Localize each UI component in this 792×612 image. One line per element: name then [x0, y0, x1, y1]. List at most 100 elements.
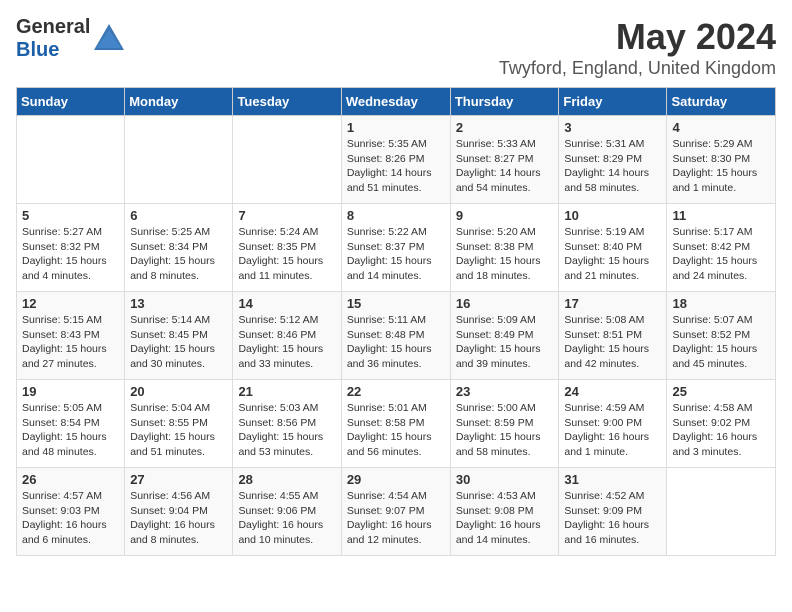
calendar-cell: 14 Sunrise: 5:12 AM Sunset: 8:46 PM Dayli…	[233, 292, 341, 380]
day-number: 9	[456, 208, 554, 223]
day-number: 18	[672, 296, 770, 311]
day-info: Sunrise: 4:59 AM Sunset: 9:00 PM Dayligh…	[564, 401, 661, 460]
day-number: 15	[347, 296, 445, 311]
calendar-cell: 10 Sunrise: 5:19 AM Sunset: 8:40 PM Dayli…	[559, 204, 667, 292]
calendar-week-5: 26Sunrise: 4:57 AM Sunset: 9:03 PM Dayli…	[17, 468, 776, 556]
day-info: Sunrise: 5:07 AM Sunset: 8:52 PM Dayligh…	[672, 313, 770, 372]
day-number: 19	[22, 384, 119, 399]
calendar-cell: 12Sunrise: 5:15 AM Sunset: 8:43 PM Dayli…	[17, 292, 125, 380]
day-number: 20	[130, 384, 227, 399]
weekday-header-row: SundayMondayTuesdayWednesdayThursdayFrid…	[17, 88, 776, 116]
calendar-cell: 7Sunrise: 5:24 AM Sunset: 8:35 PM Daylig…	[233, 204, 341, 292]
day-info: Sunrise: 4:57 AM Sunset: 9:03 PM Dayligh…	[22, 489, 119, 548]
logo: General Blue	[16, 16, 126, 62]
day-number: 22	[347, 384, 445, 399]
day-info: Sunrise: 5:29 AM Sunset: 8:30 PM Dayligh…	[672, 137, 770, 196]
day-info: Sunrise: 5:11 AM Sunset: 8:48 PM Dayligh…	[347, 313, 445, 372]
calendar-cell: 8 Sunrise: 5:22 AM Sunset: 8:37 PM Daylig…	[341, 204, 450, 292]
weekday-header-saturday: Saturday	[667, 88, 776, 116]
day-info: Sunrise: 4:58 AM Sunset: 9:02 PM Dayligh…	[672, 401, 770, 460]
day-number: 8	[347, 208, 445, 223]
day-info: Sunrise: 5:14 AM Sunset: 8:45 PM Dayligh…	[130, 313, 227, 372]
calendar-table: SundayMondayTuesdayWednesdayThursdayFrid…	[16, 87, 776, 556]
day-info: Sunrise: 4:53 AM Sunset: 9:08 PM Dayligh…	[456, 489, 554, 548]
day-number: 4	[672, 120, 770, 135]
page-header: General Blue May 2024 Twyford, England, …	[16, 16, 776, 79]
calendar-cell: 4 Sunrise: 5:29 AM Sunset: 8:30 PM Daylig…	[667, 116, 776, 204]
day-info: Sunrise: 5:35 AM Sunset: 8:26 PM Dayligh…	[347, 137, 445, 196]
calendar-cell: 1 Sunrise: 5:35 AM Sunset: 8:26 PM Daylig…	[341, 116, 450, 204]
calendar-cell: 11Sunrise: 5:17 AM Sunset: 8:42 PM Dayli…	[667, 204, 776, 292]
calendar-cell: 17Sunrise: 5:08 AM Sunset: 8:51 PM Dayli…	[559, 292, 667, 380]
calendar-cell	[17, 116, 125, 204]
day-number: 2	[456, 120, 554, 135]
calendar-cell: 3 Sunrise: 5:31 AM Sunset: 8:29 PM Daylig…	[559, 116, 667, 204]
calendar-cell: 29Sunrise: 4:54 AM Sunset: 9:07 PM Dayli…	[341, 468, 450, 556]
calendar-cell	[233, 116, 341, 204]
day-number: 17	[564, 296, 661, 311]
day-info: Sunrise: 5:05 AM Sunset: 8:54 PM Dayligh…	[22, 401, 119, 460]
calendar-cell	[125, 116, 233, 204]
calendar-week-3: 12Sunrise: 5:15 AM Sunset: 8:43 PM Dayli…	[17, 292, 776, 380]
logo-text: General Blue	[16, 16, 90, 62]
day-info: Sunrise: 5:24 AM Sunset: 8:35 PM Dayligh…	[238, 225, 335, 284]
day-info: Sunrise: 5:25 AM Sunset: 8:34 PM Dayligh…	[130, 225, 227, 284]
title-area: May 2024 Twyford, England, United Kingdo…	[499, 16, 776, 79]
day-info: Sunrise: 5:20 AM Sunset: 8:38 PM Dayligh…	[456, 225, 554, 284]
day-number: 16	[456, 296, 554, 311]
calendar-cell: 2 Sunrise: 5:33 AM Sunset: 8:27 PM Daylig…	[450, 116, 559, 204]
calendar-cell: 28Sunrise: 4:55 AM Sunset: 9:06 PM Dayli…	[233, 468, 341, 556]
calendar-week-2: 5Sunrise: 5:27 AM Sunset: 8:32 PM Daylig…	[17, 204, 776, 292]
day-info: Sunrise: 5:01 AM Sunset: 8:58 PM Dayligh…	[347, 401, 445, 460]
day-number: 1	[347, 120, 445, 135]
calendar-cell: 18 Sunrise: 5:07 AM Sunset: 8:52 PM Dayli…	[667, 292, 776, 380]
day-number: 30	[456, 472, 554, 487]
day-number: 21	[238, 384, 335, 399]
day-number: 6	[130, 208, 227, 223]
day-number: 10	[564, 208, 661, 223]
weekday-header-friday: Friday	[559, 88, 667, 116]
day-info: Sunrise: 5:12 AM Sunset: 8:46 PM Dayligh…	[238, 313, 335, 372]
calendar-cell: 9 Sunrise: 5:20 AM Sunset: 8:38 PM Daylig…	[450, 204, 559, 292]
weekday-header-tuesday: Tuesday	[233, 88, 341, 116]
location-title: Twyford, England, United Kingdom	[499, 58, 776, 79]
calendar-week-4: 19 Sunrise: 5:05 AM Sunset: 8:54 PM Dayli…	[17, 380, 776, 468]
calendar-cell: 5Sunrise: 5:27 AM Sunset: 8:32 PM Daylig…	[17, 204, 125, 292]
day-info: Sunrise: 5:22 AM Sunset: 8:37 PM Dayligh…	[347, 225, 445, 284]
day-info: Sunrise: 5:27 AM Sunset: 8:32 PM Dayligh…	[22, 225, 119, 284]
calendar-cell: 23Sunrise: 5:00 AM Sunset: 8:59 PM Dayli…	[450, 380, 559, 468]
day-info: Sunrise: 4:52 AM Sunset: 9:09 PM Dayligh…	[564, 489, 661, 548]
day-number: 23	[456, 384, 554, 399]
calendar-cell: 31 Sunrise: 4:52 AM Sunset: 9:09 PM Dayli…	[559, 468, 667, 556]
day-info: Sunrise: 5:33 AM Sunset: 8:27 PM Dayligh…	[456, 137, 554, 196]
day-number: 31	[564, 472, 661, 487]
day-number: 24	[564, 384, 661, 399]
day-number: 3	[564, 120, 661, 135]
day-info: Sunrise: 5:09 AM Sunset: 8:49 PM Dayligh…	[456, 313, 554, 372]
calendar-cell: 6 Sunrise: 5:25 AM Sunset: 8:34 PM Daylig…	[125, 204, 233, 292]
weekday-header-thursday: Thursday	[450, 88, 559, 116]
day-info: Sunrise: 5:31 AM Sunset: 8:29 PM Dayligh…	[564, 137, 661, 196]
day-number: 13	[130, 296, 227, 311]
day-info: Sunrise: 5:19 AM Sunset: 8:40 PM Dayligh…	[564, 225, 661, 284]
day-number: 11	[672, 208, 770, 223]
day-number: 28	[238, 472, 335, 487]
day-number: 27	[130, 472, 227, 487]
day-number: 25	[672, 384, 770, 399]
month-title: May 2024	[499, 16, 776, 58]
calendar-cell: 22 Sunrise: 5:01 AM Sunset: 8:58 PM Dayli…	[341, 380, 450, 468]
day-number: 14	[238, 296, 335, 311]
calendar-cell	[667, 468, 776, 556]
logo-general: General	[16, 16, 90, 38]
calendar-cell: 21 Sunrise: 5:03 AM Sunset: 8:56 PM Dayli…	[233, 380, 341, 468]
weekday-header-monday: Monday	[125, 88, 233, 116]
calendar-cell: 19 Sunrise: 5:05 AM Sunset: 8:54 PM Dayli…	[17, 380, 125, 468]
day-info: Sunrise: 5:04 AM Sunset: 8:55 PM Dayligh…	[130, 401, 227, 460]
logo-blue: Blue	[16, 39, 59, 61]
day-info: Sunrise: 5:15 AM Sunset: 8:43 PM Dayligh…	[22, 313, 119, 372]
calendar-cell: 20 Sunrise: 5:04 AM Sunset: 8:55 PM Dayli…	[125, 380, 233, 468]
day-number: 29	[347, 472, 445, 487]
weekday-header-sunday: Sunday	[17, 88, 125, 116]
day-info: Sunrise: 4:56 AM Sunset: 9:04 PM Dayligh…	[130, 489, 227, 548]
day-info: Sunrise: 5:03 AM Sunset: 8:56 PM Dayligh…	[238, 401, 335, 460]
